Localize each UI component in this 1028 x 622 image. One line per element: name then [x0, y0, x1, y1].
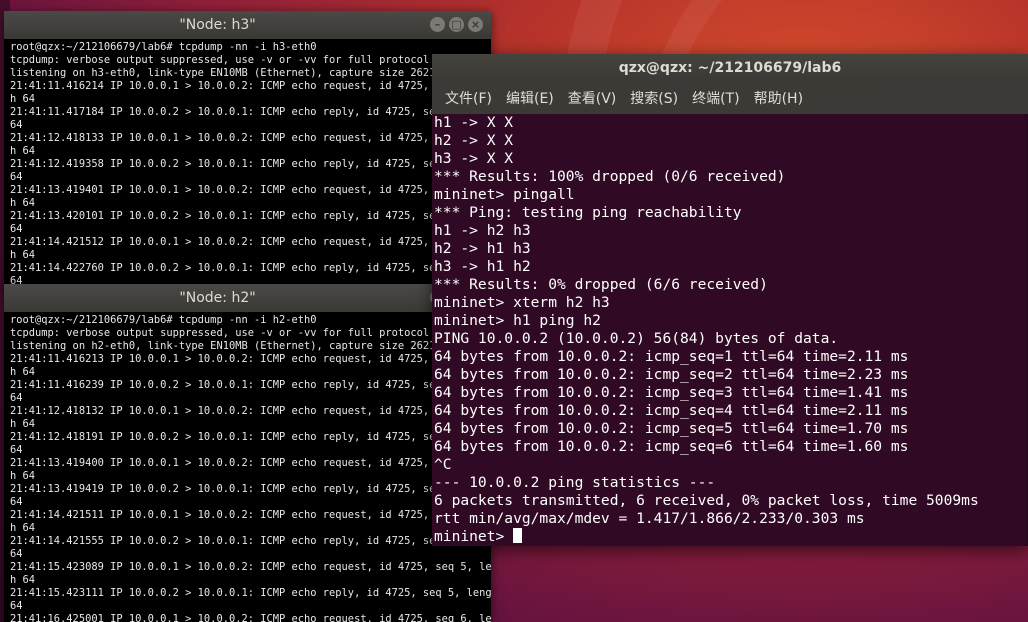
xterm-window-h2[interactable]: "Node: h2" – □ × root@qzx:~/212106679/la… [4, 284, 491, 622]
terminal-line: root@qzx:~/212106679/lab6# tcpdump -nn -… [10, 41, 317, 53]
terminal-line: 21:41:11.417184 IP 10.0.0.2 > 10.0.0.1: … [10, 106, 455, 118]
terminal-line: *** Results: 100% dropped (0/6 received) [434, 168, 786, 185]
terminal-line: 21:41:15.423111 IP 10.0.0.2 > 10.0.0.1: … [10, 587, 491, 599]
maximize-icon[interactable]: □ [449, 17, 464, 32]
terminal-line: 21:41:12.418132 IP 10.0.0.1 > 10.0.0.2: … [10, 405, 455, 417]
xterm-h3-titlebar[interactable]: "Node: h3" – □ × [4, 11, 491, 39]
terminal-line: 64 [10, 496, 23, 508]
terminal-line: 21:41:14.421512 IP 10.0.0.1 > 10.0.0.2: … [10, 236, 455, 248]
terminal-line: 64 [10, 392, 23, 404]
terminal-line: mininet> xterm h2 h3 [434, 294, 610, 311]
terminal-line: 21:41:13.419401 IP 10.0.0.1 > 10.0.0.2: … [10, 184, 455, 196]
terminal-line: 21:41:13.419419 IP 10.0.0.2 > 10.0.0.1: … [10, 483, 455, 495]
terminal-line: h 64 [10, 418, 36, 430]
terminal-line: 21:41:16.425001 IP 10.0.0.1 > 10.0.0.2: … [10, 613, 491, 622]
menu-item[interactable]: 终端(T) [685, 88, 746, 108]
terminal-line: h2 -> h1 h3 [434, 240, 531, 257]
terminal-line: 21:41:11.416239 IP 10.0.0.2 > 10.0.0.1: … [10, 379, 455, 391]
terminal-line: h3 -> h1 h2 [434, 258, 531, 275]
terminal-line: mininet> pingall [434, 186, 575, 203]
terminal-line: tcpdump: verbose output suppressed, use … [10, 54, 455, 66]
terminal-line: PING 10.0.0.2 (10.0.0.2) 56(84) bytes of… [434, 330, 839, 347]
gnome-terminal-window[interactable]: qzx@qzx: ~/212106679/lab6 文件(F) 编辑(E) 查看(V… [432, 54, 1028, 546]
window-title: "Node: h3" [179, 17, 256, 33]
terminal-line: 21:41:12.419358 IP 10.0.0.2 > 10.0.0.1: … [10, 158, 455, 170]
terminal-line: 21:41:11.416213 IP 10.0.0.1 > 10.0.0.2: … [10, 353, 455, 365]
terminal-line: 21:41:14.421511 IP 10.0.0.1 > 10.0.0.2: … [10, 509, 455, 521]
terminal-line: 6 packets transmitted, 6 received, 0% pa… [434, 492, 979, 509]
terminal-line: 64 [10, 119, 23, 131]
menu-item[interactable]: 查看(V) [561, 88, 624, 108]
minimize-icon[interactable]: – [430, 17, 445, 32]
terminal-line: h1 -> X X [434, 114, 514, 131]
terminal-line: h 64 [10, 574, 36, 586]
xterm-window-h3[interactable]: "Node: h3" – □ × root@qzx:~/212106679/la… [4, 11, 491, 291]
terminal-line: 64 bytes from 10.0.0.2: icmp_seq=4 ttl=6… [434, 402, 909, 419]
terminal-line: h 64 [10, 249, 36, 261]
terminal-line: 64 bytes from 10.0.0.2: icmp_seq=5 ttl=6… [434, 420, 909, 437]
terminal-line: 64 bytes from 10.0.0.2: icmp_seq=1 ttl=6… [434, 348, 909, 365]
terminal-line: h 64 [10, 522, 36, 534]
window-title: qzx@qzx: ~/212106679/lab6 [618, 60, 842, 76]
terminal-line: h1 -> h2 h3 [434, 222, 531, 239]
menu-item[interactable]: 帮助(H) [747, 88, 810, 108]
menu-item[interactable]: 编辑(E) [499, 88, 561, 108]
terminal-line: 64 [10, 223, 23, 235]
terminal-line: 21:41:14.421555 IP 10.0.0.2 > 10.0.0.1: … [10, 535, 455, 547]
terminal-line: listening on h3-eth0, link-type EN10MB (… [10, 67, 448, 79]
terminal-line: h 64 [10, 145, 36, 157]
terminal-line: h 64 [10, 366, 36, 378]
terminal-line: 21:41:13.420101 IP 10.0.0.2 > 10.0.0.1: … [10, 210, 455, 222]
terminal-line: rtt min/avg/max/mdev = 1.417/1.866/2.233… [434, 510, 865, 527]
terminal-line: 64 [10, 444, 23, 456]
terminal-line: listening on h2-eth0, link-type EN10MB (… [10, 340, 448, 352]
terminal-line: h2 -> X X [434, 132, 514, 149]
prompt-line[interactable]: mininet> [434, 528, 1028, 546]
terminal-line: h 64 [10, 197, 36, 209]
terminal-line: 21:41:12.418133 IP 10.0.0.1 > 10.0.0.2: … [10, 132, 455, 144]
gnome-terminal-titlebar[interactable]: qzx@qzx: ~/212106679/lab6 [432, 54, 1028, 82]
text-cursor [513, 528, 523, 543]
terminal-line: *** Results: 0% dropped (6/6 received) [434, 276, 768, 293]
terminal-line: 21:41:13.419400 IP 10.0.0.1 > 10.0.0.2: … [10, 457, 455, 469]
terminal-line: *** Ping: testing ping reachability [434, 204, 742, 221]
terminal-output[interactable]: root@qzx:~/212106679/lab6# tcpdump -nn -… [10, 41, 491, 291]
terminal-line: 64 [10, 171, 23, 183]
terminal-line: h 64 [10, 470, 36, 482]
terminal-line: --- 10.0.0.2 ping statistics --- [434, 474, 716, 491]
terminal-line: 21:41:12.418191 IP 10.0.0.2 > 10.0.0.1: … [10, 431, 455, 443]
menu-item[interactable]: 搜索(S) [623, 88, 685, 108]
terminal-line: 64 bytes from 10.0.0.2: icmp_seq=3 ttl=6… [434, 384, 909, 401]
window-title: "Node: h2" [179, 290, 256, 306]
terminal-line: 64 [10, 548, 23, 560]
terminal-line: 64 [10, 600, 23, 612]
terminal-output[interactable]: h1 -> X Xh2 -> X Xh3 -> X X *** Results: … [434, 114, 1028, 546]
prompt-text: mininet> [434, 528, 514, 545]
terminal-line: 64 bytes from 10.0.0.2: icmp_seq=6 ttl=6… [434, 438, 909, 455]
terminal-line: h3 -> X X [434, 150, 514, 167]
terminal-line: 21:41:11.416214 IP 10.0.0.1 > 10.0.0.2: … [10, 80, 455, 92]
terminal-line: root@qzx:~/212106679/lab6# tcpdump -nn -… [10, 314, 317, 326]
terminal-line: h 64 [10, 93, 36, 105]
close-icon[interactable]: × [468, 17, 483, 32]
terminal-line: 21:41:14.422760 IP 10.0.0.2 > 10.0.0.1: … [10, 262, 455, 274]
terminal-line: 64 bytes from 10.0.0.2: icmp_seq=2 ttl=6… [434, 366, 909, 383]
terminal-line: ^C [434, 456, 452, 473]
terminal-output[interactable]: root@qzx:~/212106679/lab6# tcpdump -nn -… [10, 314, 491, 622]
terminal-line: 21:41:15.423089 IP 10.0.0.1 > 10.0.0.2: … [10, 561, 491, 573]
menu-item[interactable]: 文件(F) [438, 88, 499, 108]
terminal-line: tcpdump: verbose output suppressed, use … [10, 327, 455, 339]
xterm-h2-titlebar[interactable]: "Node: h2" – □ × [4, 284, 491, 312]
terminal-line: mininet> h1 ping h2 [434, 312, 601, 329]
menu-bar: 文件(F) 编辑(E) 查看(V) 搜索(S) 终端(T) 帮助(H) [432, 82, 1028, 114]
